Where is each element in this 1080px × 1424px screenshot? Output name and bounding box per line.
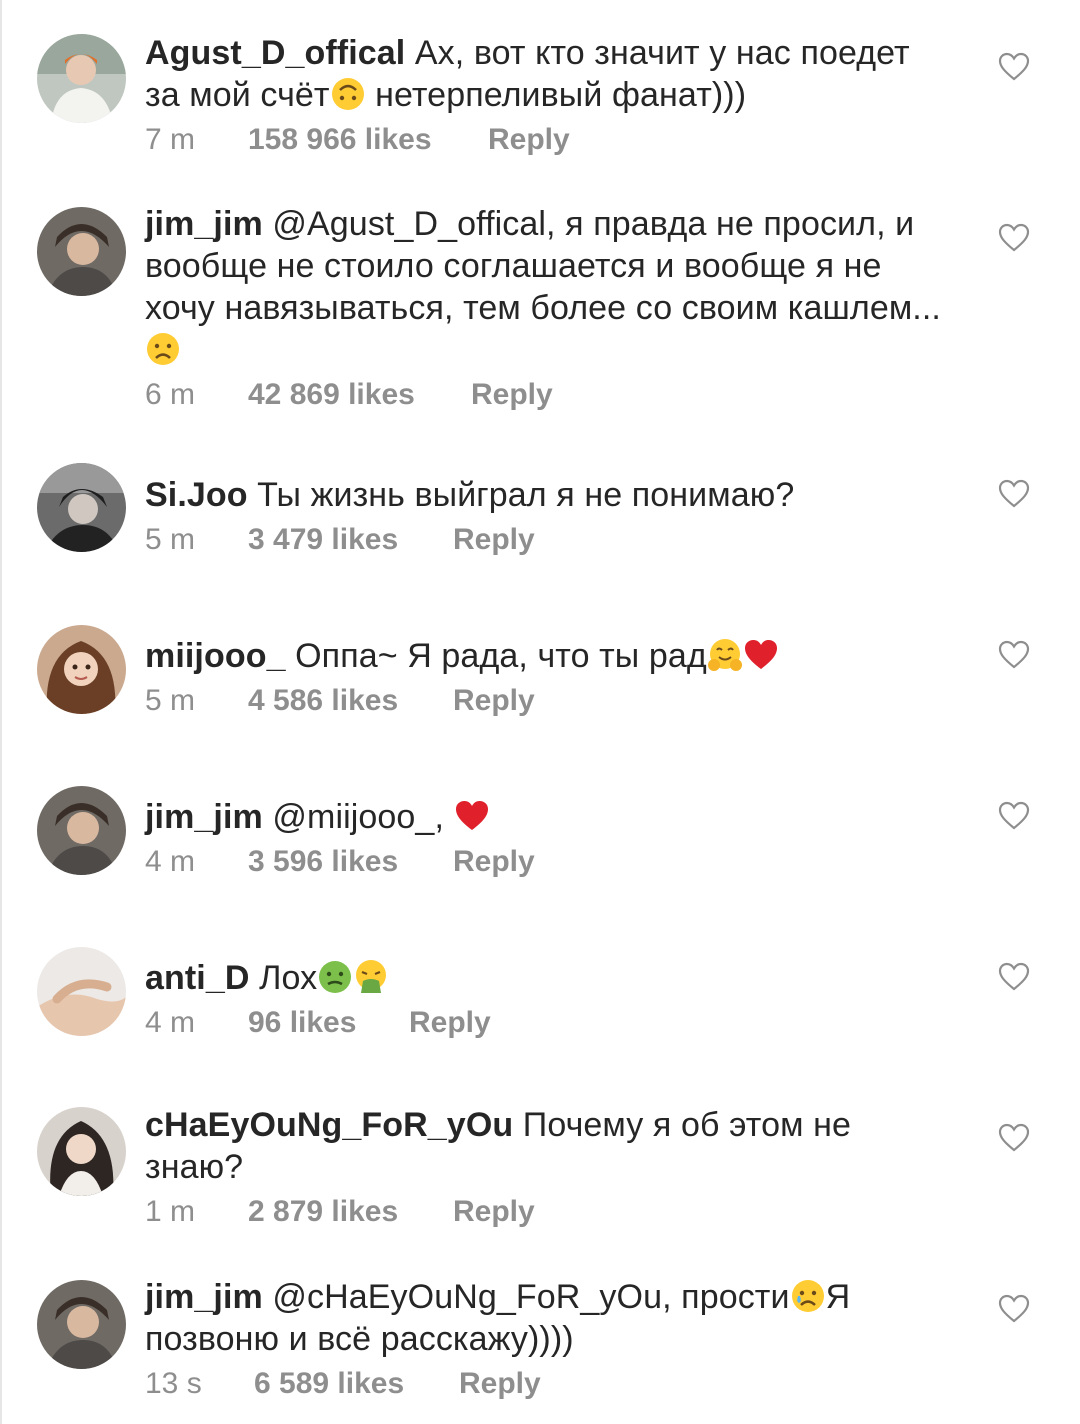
worried-face-emoji-icon (145, 331, 181, 367)
comment-time: 5 m (145, 523, 196, 556)
comment-username[interactable]: miijooo_ (145, 637, 286, 675)
comment-time: 1 m (145, 1195, 196, 1228)
comment-meta: 13 s 6 589 likes Reply (145, 1366, 945, 1402)
comment-likes[interactable]: 3 479 likes (248, 522, 453, 558)
reply-button[interactable]: Reply (409, 1005, 491, 1041)
comment-meta: 4 m 3 596 likes Reply (145, 844, 945, 880)
comment-likes[interactable]: 2 879 likes (248, 1194, 453, 1230)
like-heart-icon[interactable] (998, 1123, 1030, 1153)
reply-button[interactable]: Reply (453, 1194, 535, 1230)
comment-text: anti_D Лох (145, 957, 945, 999)
avatar[interactable] (37, 463, 126, 552)
reply-button[interactable]: Reply (471, 377, 553, 413)
like-heart-icon[interactable] (998, 223, 1030, 253)
comment-body: @Agust_D_offical, я правда не просил, и … (145, 205, 941, 327)
like-heart-icon[interactable] (998, 1294, 1030, 1324)
reply-button[interactable]: Reply (453, 522, 535, 558)
nauseated-face-emoji-icon (317, 959, 353, 995)
comment-likes[interactable]: 158 966 likes (248, 122, 488, 158)
comment-body: Лох (259, 959, 318, 997)
avatar[interactable] (37, 786, 126, 875)
like-heart-icon[interactable] (998, 801, 1030, 831)
comment-text: jim_jim @cHaEyOuNg_FoR_yOu, прости Я позв… (145, 1276, 945, 1360)
avatar[interactable] (37, 947, 126, 1036)
red-heart-emoji-icon (454, 798, 490, 834)
avatar[interactable] (37, 34, 126, 123)
avatar[interactable] (37, 1280, 126, 1369)
red-heart-emoji-icon (743, 637, 779, 673)
like-heart-icon[interactable] (998, 962, 1030, 992)
comment-username[interactable]: jim_jim (145, 205, 263, 243)
comment-meta: 6 m 42 869 likes Reply (145, 377, 945, 413)
comment-username[interactable]: cHaEyOuNg_FoR_yOu (145, 1106, 513, 1144)
comment-text: jim_jim @Agust_D_offical, я правда не пр… (145, 203, 945, 371)
comment-time: 13 s (145, 1367, 202, 1400)
avatar[interactable] (37, 207, 126, 296)
comment-likes[interactable]: 6 589 likes (254, 1366, 459, 1402)
comment-text: cHaEyOuNg_FoR_yOu Почему я об этом не зн… (145, 1104, 945, 1188)
comment-likes[interactable]: 96 likes (248, 1005, 409, 1041)
comment-username[interactable]: Agust_D_offical (145, 34, 405, 72)
comment-body: Ты жизнь выйграл я не понимаю? (257, 476, 795, 514)
comment-likes[interactable]: 4 586 likes (248, 683, 453, 719)
comment-meta: 1 m 2 879 likes Reply (145, 1194, 945, 1230)
comment-body: @miijooo_, (272, 798, 444, 836)
comment-meta: 7 m 158 966 likes Reply (145, 122, 945, 158)
comment-meta: 5 m 4 586 likes Reply (145, 683, 945, 719)
reply-button[interactable]: Reply (453, 844, 535, 880)
avatar[interactable] (37, 625, 126, 714)
comment-text: Agust_D_offical Ах, вот кто значит у нас… (145, 32, 945, 116)
comment-text: jim_jim @miijooo_, (145, 796, 945, 838)
comment-time: 5 m (145, 684, 196, 717)
comment-time: 4 m (145, 1006, 196, 1039)
reply-button[interactable]: Reply (459, 1366, 541, 1402)
comment-time: 7 m (145, 123, 196, 156)
screen-edge (0, 0, 2, 1424)
vomiting-face-emoji-icon (353, 959, 389, 995)
comment-username[interactable]: Si.Joo (145, 476, 248, 514)
comment-meta: 4 m 96 likes Reply (145, 1005, 945, 1041)
reply-button[interactable]: Reply (488, 122, 570, 158)
comment-text: Si.Joo Ты жизнь выйграл я не понимаю? (145, 474, 945, 516)
comment-time: 4 m (145, 845, 196, 878)
comment-text: miijooo_ Оппа~ Я рада, что ты рад (145, 635, 945, 677)
comment-likes[interactable]: 3 596 likes (248, 844, 453, 880)
like-heart-icon[interactable] (998, 52, 1030, 82)
hugging-face-emoji-icon (707, 637, 743, 673)
comment-meta: 5 m 3 479 likes Reply (145, 522, 945, 558)
upside-down-face-emoji-icon (330, 76, 366, 112)
comment-body: Оппа~ Я рада, что ты рад (295, 637, 707, 675)
comment-time: 6 m (145, 378, 196, 411)
reply-button[interactable]: Reply (453, 683, 535, 719)
comment-username[interactable]: anti_D (145, 959, 250, 997)
comment-body-cont: нетерпеливый фанат))) (365, 76, 747, 114)
sad-sweat-face-emoji-icon (790, 1278, 826, 1314)
comment-username[interactable]: jim_jim (145, 798, 263, 836)
comment-username[interactable]: jim_jim (145, 1278, 263, 1316)
like-heart-icon[interactable] (998, 479, 1030, 509)
avatar[interactable] (37, 1107, 126, 1196)
comment-likes[interactable]: 42 869 likes (248, 377, 471, 413)
comment-body: @cHaEyOuNg_FoR_yOu, прости (272, 1278, 790, 1316)
like-heart-icon[interactable] (998, 640, 1030, 670)
